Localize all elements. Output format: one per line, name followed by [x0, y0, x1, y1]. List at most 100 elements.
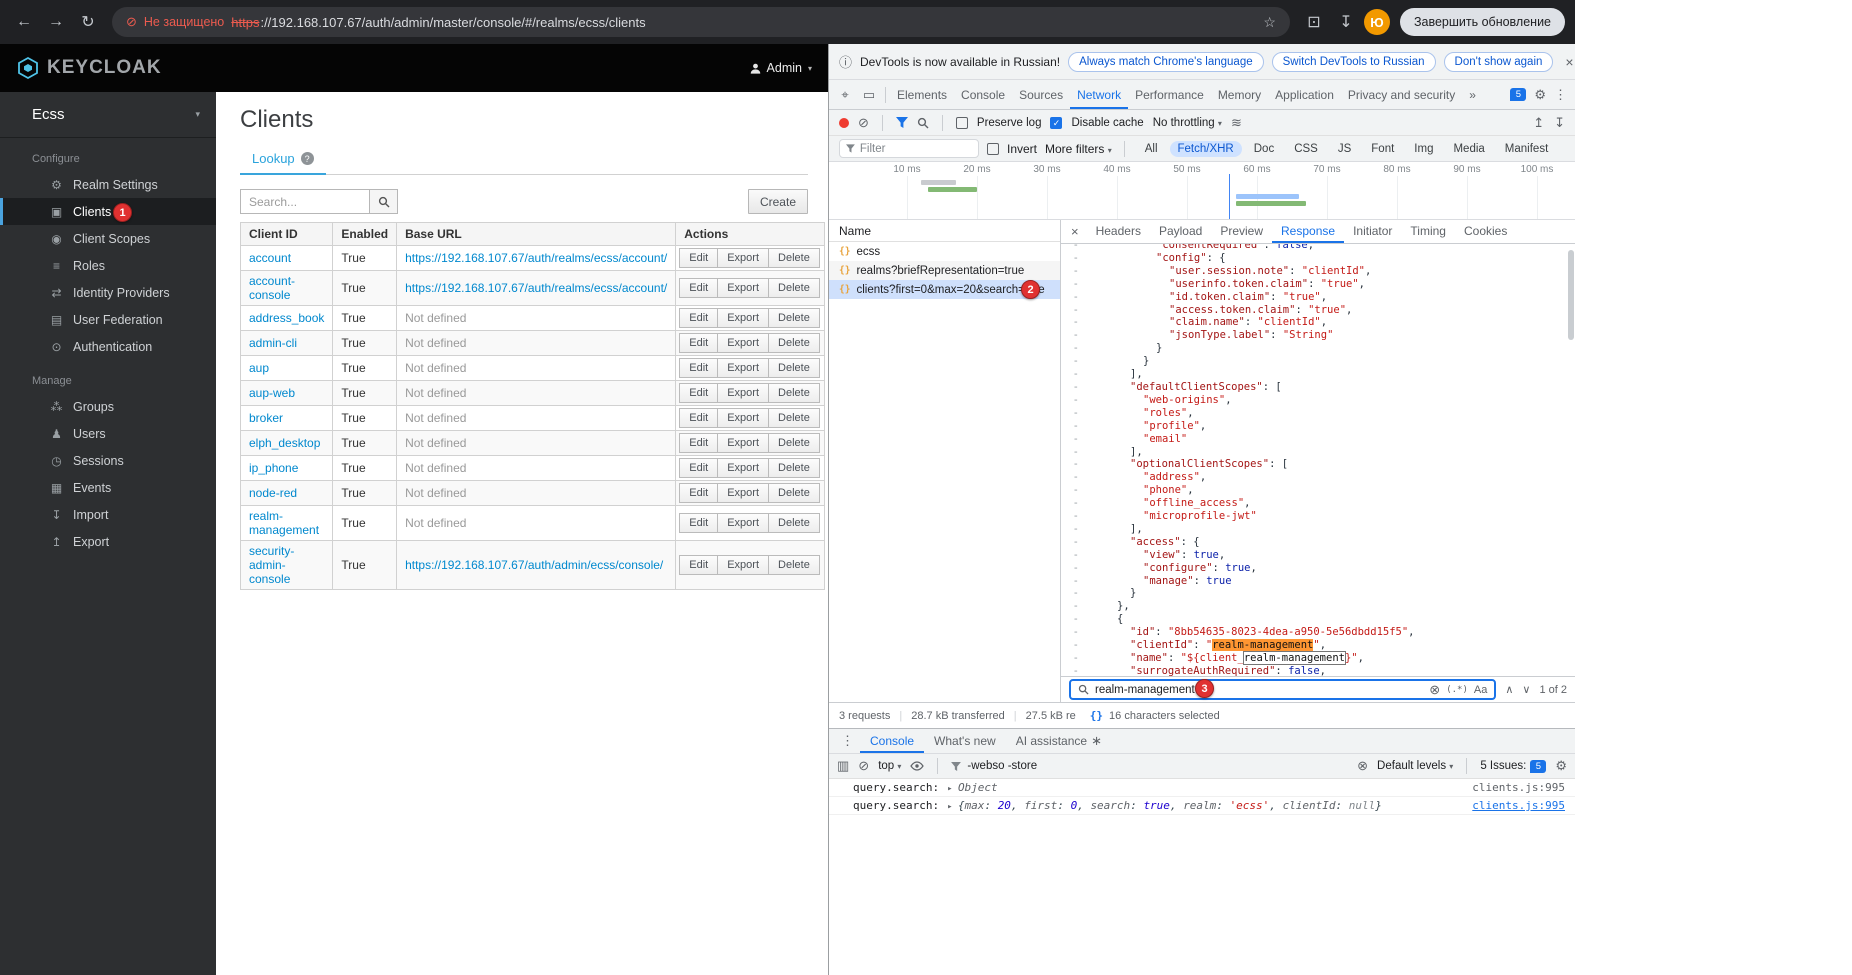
- row-action-edit[interactable]: Edit: [679, 358, 718, 378]
- address-bar[interactable]: ⊘ Не защищено https://192.168.107.67/aut…: [112, 7, 1290, 37]
- console-message[interactable]: query.search:▸ {max: 20, first: 0, searc…: [829, 797, 1575, 815]
- row-action-delete[interactable]: Delete: [768, 408, 820, 428]
- sidebar-item-clients[interactable]: ▣Clients: [0, 198, 216, 225]
- drawer-tab-what-s-new[interactable]: What's new: [924, 729, 1006, 753]
- devtools-tab-[interactable]: »: [1462, 81, 1483, 109]
- search-button[interactable]: [370, 189, 398, 214]
- client-id-link[interactable]: broker: [249, 411, 283, 425]
- fold-marker[interactable]: -: [1061, 575, 1091, 588]
- issues-link[interactable]: 5 Issues:5: [1480, 760, 1546, 773]
- row-action-edit[interactable]: Edit: [679, 433, 718, 453]
- client-id-link[interactable]: account-console: [249, 274, 295, 302]
- sidebar-item-roles[interactable]: ≡Roles: [0, 252, 216, 279]
- drawer-menu-icon[interactable]: ⋮: [835, 733, 860, 749]
- row-action-delete[interactable]: Delete: [768, 483, 820, 503]
- type-filter-doc[interactable]: Doc: [1246, 141, 1282, 157]
- fold-marker[interactable]: -: [1061, 381, 1091, 394]
- row-action-delete[interactable]: Delete: [768, 555, 820, 575]
- more-options-icon[interactable]: ⋮: [1554, 87, 1567, 103]
- devtools-tab-memory[interactable]: Memory: [1211, 81, 1268, 109]
- row-action-edit[interactable]: Edit: [679, 333, 718, 353]
- devtools-tab-network[interactable]: Network: [1070, 81, 1128, 109]
- detail-tab-response[interactable]: Response: [1272, 220, 1344, 243]
- profile-avatar[interactable]: Ю: [1364, 9, 1390, 35]
- forward-button[interactable]: →: [42, 8, 70, 36]
- extensions-icon[interactable]: ⊡: [1300, 8, 1328, 36]
- sidebar-item-client-scopes[interactable]: ◉Client Scopes: [0, 225, 216, 252]
- back-button[interactable]: ←: [10, 8, 38, 36]
- row-action-edit[interactable]: Edit: [679, 408, 718, 428]
- regex-toggle[interactable]: (.*): [1446, 685, 1468, 695]
- disable-cache-checkbox[interactable]: ✓: [1050, 117, 1062, 129]
- find-previous-icon[interactable]: ∧: [1505, 683, 1513, 696]
- sidebar-item-events[interactable]: ▦Events: [0, 474, 216, 501]
- row-action-edit[interactable]: Edit: [679, 278, 718, 298]
- column-header-actions[interactable]: Actions: [676, 223, 825, 246]
- user-menu[interactable]: Admin ▾: [750, 61, 812, 75]
- fold-marker[interactable]: -: [1061, 458, 1091, 471]
- client-id-link[interactable]: aup: [249, 361, 269, 375]
- source-location-link[interactable]: clients.js:995: [1472, 799, 1565, 812]
- fold-marker[interactable]: -: [1061, 446, 1091, 459]
- row-action-delete[interactable]: Delete: [768, 513, 820, 533]
- issues-counter[interactable]: 5: [1510, 88, 1526, 101]
- network-filter-box[interactable]: [839, 139, 979, 158]
- disable-cache-label[interactable]: Disable cache: [1071, 117, 1143, 129]
- row-action-edit[interactable]: Edit: [679, 555, 718, 575]
- devtools-tab-application[interactable]: Application: [1268, 81, 1341, 109]
- base-url-link[interactable]: https://192.168.107.67/auth/realms/ecss/…: [405, 281, 667, 295]
- banner-button-switch-devtools-to-russian[interactable]: Switch DevTools to Russian: [1272, 52, 1436, 72]
- base-url-link[interactable]: https://192.168.107.67/auth/realms/ecss/…: [405, 251, 667, 265]
- devtools-tab-elements[interactable]: Elements: [890, 81, 954, 109]
- fold-marker[interactable]: -: [1061, 355, 1091, 368]
- create-button[interactable]: Create: [748, 189, 808, 214]
- invert-label[interactable]: Invert: [1007, 142, 1037, 156]
- fold-marker[interactable]: -: [1061, 639, 1091, 652]
- request-row-realms-briefrepresentation-tru[interactable]: {}realms?briefRepresentation=true: [829, 261, 1060, 280]
- clear-filter-icon[interactable]: ⊗: [1357, 758, 1368, 774]
- sidebar-item-import[interactable]: ↧Import: [0, 501, 216, 528]
- network-filter-input[interactable]: [860, 143, 972, 155]
- row-action-delete[interactable]: Delete: [768, 358, 820, 378]
- fold-marker[interactable]: -: [1061, 291, 1091, 304]
- scrollbar-thumb[interactable]: [1568, 250, 1574, 340]
- row-action-export[interactable]: Export: [717, 408, 769, 428]
- eye-icon[interactable]: [910, 761, 924, 771]
- column-header-client-id[interactable]: Client ID: [241, 223, 333, 246]
- network-conditions-icon[interactable]: ≋: [1231, 115, 1242, 131]
- fold-marker[interactable]: -: [1061, 523, 1091, 536]
- fold-marker[interactable]: -: [1061, 244, 1091, 252]
- client-id-link[interactable]: ip_phone: [249, 461, 298, 475]
- sidebar-item-sessions[interactable]: ◷Sessions: [0, 447, 216, 474]
- client-id-link[interactable]: node-red: [249, 486, 297, 500]
- fold-marker[interactable]: -: [1061, 484, 1091, 497]
- preserve-log-checkbox[interactable]: [956, 117, 968, 129]
- row-action-export[interactable]: Export: [717, 483, 769, 503]
- client-id-link[interactable]: account: [249, 251, 291, 265]
- fold-marker[interactable]: -: [1061, 613, 1091, 626]
- source-location-link[interactable]: clients.js:995: [1472, 781, 1565, 794]
- type-filter-font[interactable]: Font: [1363, 141, 1402, 157]
- client-id-link[interactable]: admin-cli: [249, 336, 297, 350]
- client-id-link[interactable]: realm-management: [249, 509, 319, 537]
- row-action-delete[interactable]: Delete: [768, 458, 820, 478]
- detail-tab-cookies[interactable]: Cookies: [1455, 220, 1516, 243]
- network-search-icon[interactable]: [917, 117, 929, 129]
- client-id-link[interactable]: aup-web: [249, 386, 295, 400]
- response-scrollbar[interactable]: [1567, 244, 1575, 676]
- console-message[interactable]: query.search:▸ Objectclients.js:995: [829, 779, 1575, 797]
- tab-lookup[interactable]: Lookup ?: [240, 144, 326, 175]
- sidebar-item-groups[interactable]: ⁂Groups: [0, 393, 216, 420]
- row-action-edit[interactable]: Edit: [679, 513, 718, 533]
- client-id-link[interactable]: address_book: [249, 311, 324, 325]
- client-id-link[interactable]: elph_desktop: [249, 436, 320, 450]
- detail-tab-timing[interactable]: Timing: [1401, 220, 1455, 243]
- row-action-delete[interactable]: Delete: [768, 278, 820, 298]
- finish-update-button[interactable]: Завершить обновление: [1400, 8, 1565, 36]
- log-levels-select[interactable]: Default levels ▾: [1377, 760, 1453, 772]
- type-filter-media[interactable]: Media: [1445, 141, 1492, 157]
- response-viewer[interactable]: -"consentRequired": false,-"config": {-"…: [1061, 244, 1575, 676]
- client-id-link[interactable]: security-admin-console: [249, 544, 294, 586]
- security-chip[interactable]: Не защищено: [144, 15, 224, 29]
- context-select[interactable]: top ▾: [878, 760, 901, 772]
